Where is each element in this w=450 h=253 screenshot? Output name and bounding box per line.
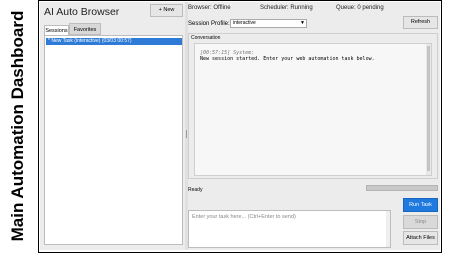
right-panel: Browser: Offline Scheduler: Running Queu… <box>188 2 440 250</box>
sessions-list: * New Task (interactive) (03/03 00:57) <box>44 35 183 245</box>
splitter-grip-icon <box>186 130 187 138</box>
new-session-button[interactable]: + New <box>150 4 183 17</box>
profile-value: interactive <box>233 20 256 26</box>
task-input[interactable]: Enter your task here... (Ctrl+Enter to s… <box>188 210 391 248</box>
left-panel: AI Auto Browser + New Sessions Favorites… <box>40 2 185 250</box>
task-input-placeholder: Enter your task here... (Ctrl+Enter to s… <box>192 214 296 220</box>
conversation-scrollbar[interactable] <box>426 44 431 175</box>
status-text: Ready <box>188 187 203 193</box>
scrollbar-thumb[interactable] <box>427 46 430 171</box>
task-input-scrollbar[interactable] <box>386 211 390 247</box>
browser-status: Browser: Offline <box>188 5 231 11</box>
app-title: AI Auto Browser <box>44 6 120 18</box>
conversation-label: Conversation <box>191 35 221 41</box>
stop-button[interactable]: Stop <box>403 215 438 229</box>
profile-select[interactable]: interactive ▼ <box>230 19 307 28</box>
run-task-button[interactable]: Run Task <box>403 198 438 212</box>
session-item[interactable]: * New Task (interactive) (03/03 00:57) <box>46 38 182 45</box>
refresh-button[interactable]: Refresh <box>403 16 438 29</box>
side-banner: Main Automation Dashboard <box>0 0 36 253</box>
banner-title: Main Automation Dashboard <box>8 10 27 242</box>
message-text: New session started. Enter your web auto… <box>200 56 375 62</box>
scheduler-status: Scheduler: Running <box>260 5 313 11</box>
app-window: AI Auto Browser + New Sessions Favorites… <box>40 2 440 250</box>
profile-label: Session Profile: <box>188 21 230 27</box>
chevron-down-icon: ▼ <box>300 20 305 26</box>
progress-bar <box>366 185 438 191</box>
conversation-group: Conversation [00:57:15] System: New sess… <box>188 33 438 179</box>
queue-status: Queue: 0 pending <box>336 5 384 11</box>
tab-favorites[interactable]: Favorites <box>69 23 101 35</box>
attach-files-button[interactable]: Attach Files <box>403 231 438 245</box>
conversation-log[interactable]: [00:57:15] System: New session started. … <box>194 43 432 176</box>
